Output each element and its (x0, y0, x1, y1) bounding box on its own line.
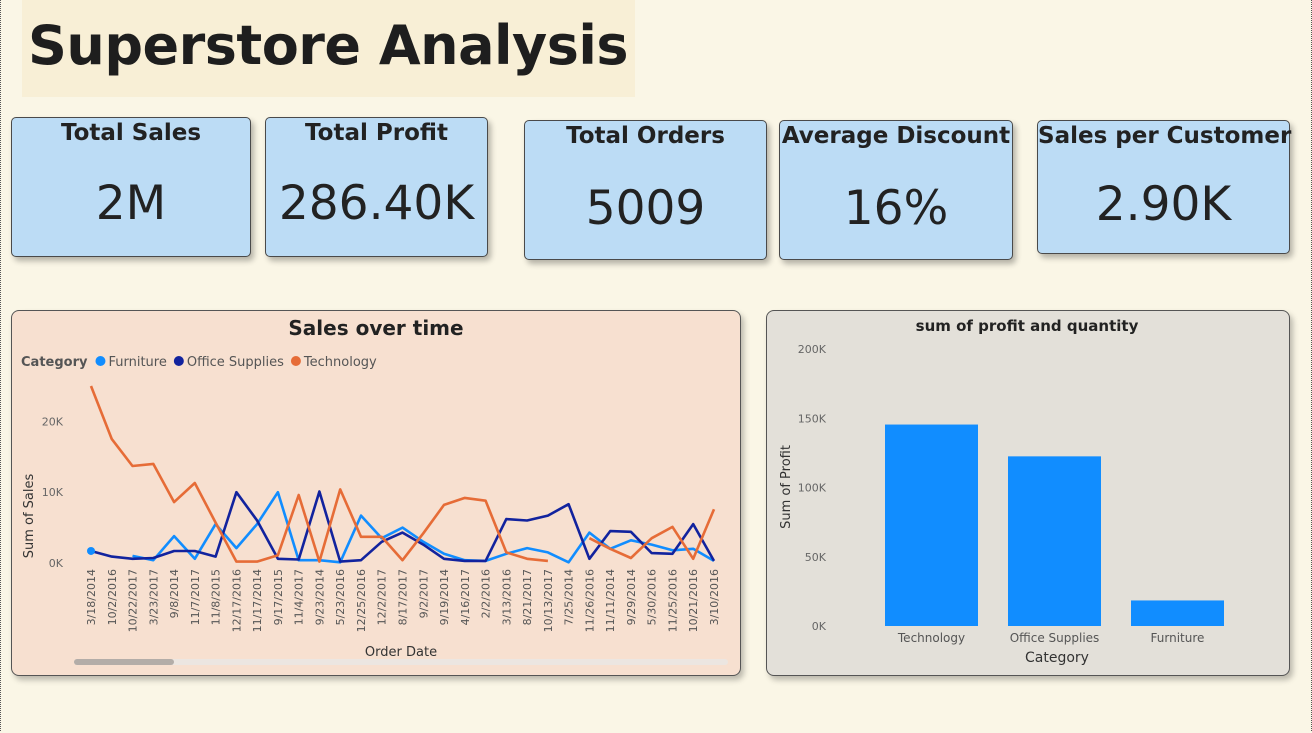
sales-over-time-chart: Sales over time Category Furniture Office… (21, 316, 728, 665)
profit-by-category-panel[interactable]: sum of profit and quantity 0K 50K 100K 150K… (766, 310, 1290, 676)
x-tick-label: 9/23/2014 (313, 569, 326, 625)
legend-marker (290, 356, 301, 366)
kpi-value: 286.40K (278, 176, 475, 231)
x-tick-label: 3/23/2017 (147, 569, 160, 625)
x-tick-label: 11/4/2017 (293, 569, 306, 625)
bar-chart-title: sum of profit and quantity (916, 317, 1139, 335)
profit-bar-chart: sum of profit and quantity 0K 50K 100K 150K… (779, 317, 1224, 666)
x-tick-label: 5/30/2016 (646, 569, 659, 625)
y-tick-label: 0K (812, 620, 827, 633)
legend-title: Category (21, 355, 88, 370)
line-chart-x-label: Order Date (365, 645, 437, 660)
line-chart-y-axis: 0K 10K 20K (42, 415, 64, 570)
kpi-value: 16% (843, 181, 949, 236)
kpi-card-total-profit[interactable]: Total Profit 286.40K (265, 117, 488, 257)
kpi-label: Total Profit (305, 120, 448, 146)
line-chart-legend: Category Furniture Office Supplies Technol… (21, 355, 377, 370)
bar-office-supplies[interactable] (1008, 456, 1101, 626)
bar-chart-y-label: Sum of Profit (779, 445, 794, 529)
kpi-card-sales-per-customer[interactable]: Sales per Customer 2.90K (1037, 120, 1292, 254)
series-line-technology[interactable] (89, 385, 716, 563)
series-line-furniture[interactable] (132, 490, 715, 564)
kpi-value: 5009 (585, 181, 706, 236)
x-tick-label: 3/10/2016 (708, 569, 721, 625)
y-tick-label: 0K (49, 557, 64, 570)
kpi-value: 2M (95, 176, 167, 231)
x-tick-label: 12/25/2016 (355, 569, 368, 632)
bar-chart-x-label: Category (1025, 650, 1089, 666)
y-tick-label: 100K (798, 482, 827, 495)
x-tick-label: 8/17/2017 (397, 569, 410, 625)
x-tick-label: 9/19/2014 (438, 569, 451, 625)
x-tick-label: 9/8/2014 (168, 569, 181, 618)
sales-over-time-panel[interactable]: Sales over time Category Furniture Office… (11, 310, 741, 676)
line-chart-series (87, 385, 716, 564)
x-tick-label: 11/11/2014 (604, 569, 617, 632)
x-tick-label: 12/2/2017 (376, 569, 389, 625)
bar-chart-bars (885, 424, 1224, 626)
x-tick-label: 4/16/2017 (459, 569, 472, 625)
bar-chart-y-axis: 0K 50K 100K 150K 200K (798, 343, 827, 633)
kpi-label: Total Orders (566, 123, 725, 149)
x-tick-label: 8/21/2017 (521, 569, 534, 625)
x-tick-label: 2/2/2016 (480, 569, 493, 618)
x-tick-label: 9/17/2015 (272, 569, 285, 625)
kpi-label: Average Discount (781, 123, 1011, 149)
bar-technology[interactable] (885, 424, 978, 626)
x-tick-label: 12/17/2016 (230, 569, 243, 632)
scrollbar-thumb[interactable] (74, 659, 174, 665)
legend-marker (95, 356, 106, 366)
kpi-label: Total Sales (60, 120, 202, 146)
x-tick-label: Technology (897, 631, 965, 645)
y-tick-label: 20K (42, 415, 64, 428)
x-tick-label: 11/17/2014 (251, 569, 264, 632)
x-tick-label: 10/13/2017 (542, 569, 555, 632)
legend-item[interactable]: Technology (303, 355, 377, 370)
x-tick-label: 11/25/2016 (666, 569, 679, 632)
line-chart-title: Sales over time (288, 316, 463, 340)
x-tick-label: 11/26/2016 (583, 569, 596, 632)
x-tick-label: 9/2/2017 (417, 569, 430, 618)
legend-marker (173, 356, 184, 366)
y-tick-label: 150K (798, 412, 827, 425)
line-chart-x-axis: 3/18/2014 10/2/2016 10/22/2017 3/23/2017 9/8… (85, 569, 721, 632)
y-tick-label: 200K (798, 343, 827, 356)
kpi-card-total-orders[interactable]: Total Orders 5009 (524, 120, 767, 260)
legend-item[interactable]: Furniture (108, 355, 166, 370)
x-tick-label: 10/2/2016 (106, 569, 119, 625)
kpi-label: Sales per Customer (1038, 123, 1292, 149)
x-tick-label: 11/7/2017 (189, 569, 202, 625)
kpi-card-average-discount[interactable]: Average Discount 16% (779, 120, 1013, 260)
line-chart-y-label: Sum of Sales (22, 474, 37, 559)
x-tick-label: Furniture (1151, 631, 1205, 645)
x-tick-label: 5/23/2016 (334, 569, 347, 625)
x-tick-label: 10/21/2016 (687, 569, 700, 632)
x-tick-label: 3/13/2016 (500, 569, 513, 625)
x-tick-label: 11/8/2015 (210, 569, 223, 625)
x-tick-label: 3/18/2014 (85, 569, 98, 625)
legend-item[interactable]: Office Supplies (187, 355, 284, 370)
bar-chart-x-axis: Technology Office Supplies Furniture (897, 631, 1205, 645)
kpi-value: 2.90K (1095, 177, 1232, 232)
x-tick-label: 9/29/2014 (625, 569, 638, 625)
x-tick-label: 7/25/2014 (563, 569, 576, 625)
page-title: Superstore Analysis (28, 14, 629, 77)
x-tick-label: 10/22/2017 (127, 569, 140, 632)
data-point-highlight[interactable] (87, 546, 95, 555)
x-tick-label: Office Supplies (1010, 631, 1100, 645)
title-banner: Superstore Analysis (22, 0, 635, 97)
kpi-card-total-sales[interactable]: Total Sales 2M (11, 117, 251, 257)
bar-furniture[interactable] (1131, 600, 1224, 626)
y-tick-label: 10K (42, 486, 64, 499)
y-tick-label: 50K (805, 551, 827, 564)
